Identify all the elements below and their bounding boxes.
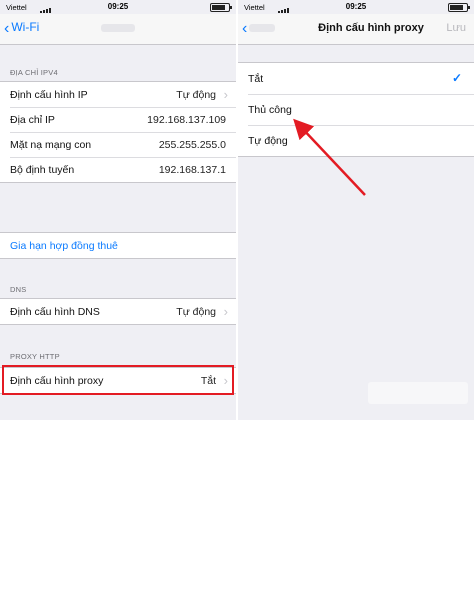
annotation-arrow (293, 118, 366, 196)
arrow-line (293, 118, 366, 196)
